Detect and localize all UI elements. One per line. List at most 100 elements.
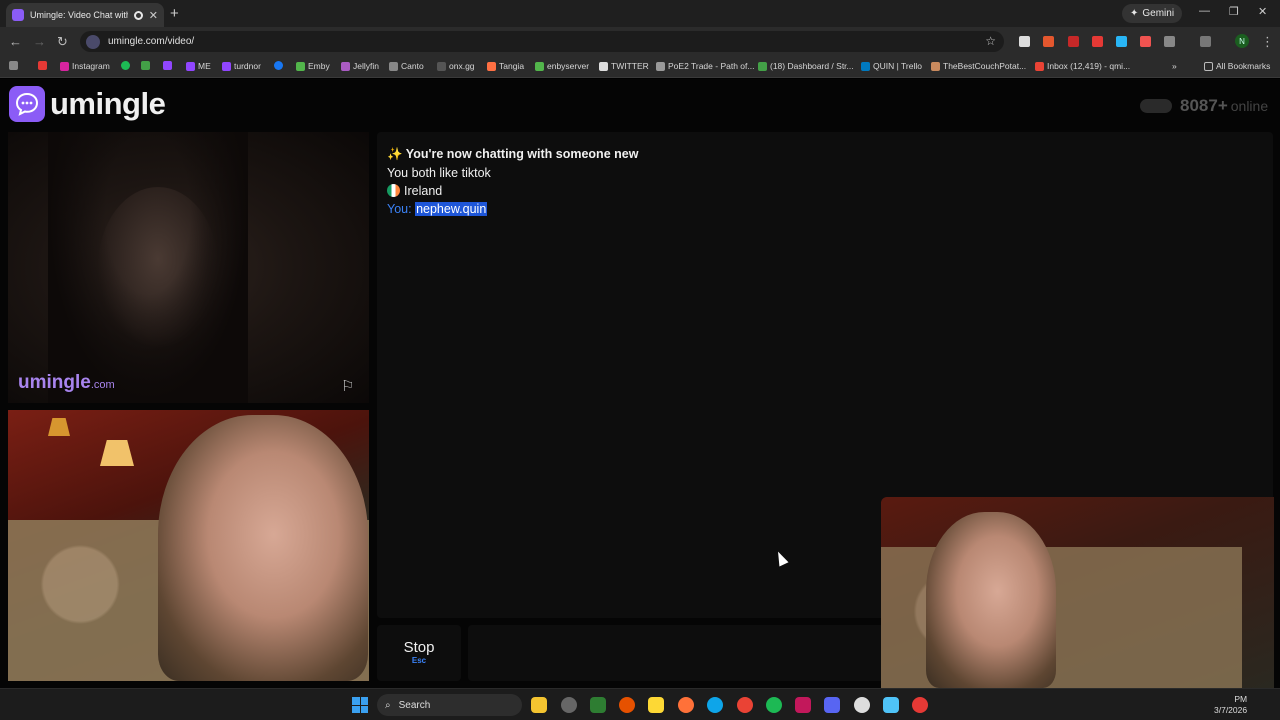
- shared-interest: You both like tiktok: [387, 166, 491, 180]
- spotify-icon[interactable]: [766, 697, 782, 713]
- stranger-video-feed: umingle.com ⚐: [8, 132, 369, 403]
- more-bookmarks-chevron-icon[interactable]: »: [1172, 61, 1177, 71]
- taskbar-clock[interactable]: PM 3/7/2026: [1214, 694, 1247, 716]
- bookmark-me[interactable]: ME: [186, 61, 211, 71]
- youtube-bookmark-icon[interactable]: [38, 61, 47, 70]
- clock-date: 3/7/2026: [1214, 705, 1248, 715]
- profile-avatar[interactable]: N: [1235, 34, 1249, 48]
- chrome-icon[interactable]: [737, 697, 753, 713]
- taskbar-search[interactable]: ⌕ Search: [377, 694, 522, 716]
- extensions-puzzle-icon[interactable]: [1164, 36, 1175, 47]
- bookmark-instagram[interactable]: Instagram: [60, 61, 110, 71]
- extension-tools-icon[interactable]: [1116, 36, 1127, 47]
- self-preview-video: [881, 497, 1274, 688]
- you-label: You:: [387, 202, 412, 216]
- browser-toolbar: ← → ↻ umingle.com/video/ ☆ N ⋮: [0, 27, 1280, 56]
- bookmark-dashboard[interactable]: (18) Dashboard / Str...: [758, 61, 854, 71]
- play-app-icon[interactable]: [590, 697, 606, 713]
- forward-button[interactable]: →: [33, 34, 46, 49]
- bookmark-onx[interactable]: onx.gg: [437, 61, 475, 71]
- browser-tab[interactable]: Umingle: Video Chat with S ✕: [6, 3, 164, 27]
- gemini-button[interactable]: ✦ Gemini: [1122, 4, 1183, 23]
- url-text: umingle.com/video/: [108, 36, 195, 47]
- umingle-page: umingle 8087+ online umingle.com ⚐ ✨ You…: [0, 79, 1280, 688]
- extension-fox-icon[interactable]: [1043, 36, 1054, 47]
- side-panel-icon[interactable]: [1200, 36, 1211, 47]
- extension-red-icon[interactable]: [1140, 36, 1151, 47]
- chat-headline: ✨ You're now chatting with someone new: [387, 147, 639, 161]
- bookmarks-bar: Instagram ME turdnor Emby Jellyfin Canto…: [0, 56, 1280, 78]
- facebook-bookmark-icon[interactable]: [274, 61, 283, 70]
- red-circle-app-icon[interactable]: [912, 697, 928, 713]
- discord-icon[interactable]: [824, 697, 840, 713]
- windows-taskbar: ⌕ Search PM 3/7/2026: [0, 688, 1280, 720]
- preview-person: [926, 512, 1056, 688]
- ireland-flag-icon: [387, 184, 400, 197]
- chat-bubble-logo-icon: [9, 86, 45, 122]
- steam-icon[interactable]: [854, 697, 870, 713]
- bookmark-canto[interactable]: Canto: [389, 61, 424, 71]
- clock-app-icon[interactable]: [561, 697, 577, 713]
- online-count: 8087+: [1180, 96, 1228, 115]
- bookmark-trello[interactable]: QUIN | Trello: [861, 61, 922, 71]
- twitch-bookmark-icon[interactable]: [163, 61, 172, 70]
- online-label: online: [1230, 98, 1269, 114]
- sticky-notes-icon[interactable]: [648, 697, 664, 713]
- stop-button[interactable]: Stop Esc: [377, 625, 461, 681]
- address-bar[interactable]: umingle.com/video/ ☆: [80, 31, 1004, 52]
- message-input[interactable]: [468, 625, 884, 681]
- bookmark-inbox[interactable]: Inbox (12,419) - qmi...: [1035, 61, 1130, 71]
- apps-grid-icon[interactable]: [9, 61, 18, 70]
- search-icon: ⌕: [385, 699, 391, 711]
- restore-window-icon[interactable]: ❐: [1229, 5, 1239, 18]
- extension-record-icon[interactable]: [1068, 36, 1079, 47]
- browser-menu-icon[interactable]: ⋮: [1261, 34, 1274, 50]
- red-app-icon[interactable]: [795, 697, 811, 713]
- online-counter: 8087+ online: [1140, 96, 1268, 116]
- umingle-favicon-icon: [12, 9, 24, 21]
- bookmark-enbyserver[interactable]: enbyserver: [535, 61, 589, 71]
- bookmark-couchpotato[interactable]: TheBestCouchPotat...: [931, 61, 1026, 71]
- gemini-label: Gemini: [1142, 8, 1175, 19]
- edge-icon[interactable]: [707, 697, 723, 713]
- stop-label: Stop: [403, 639, 435, 656]
- tab-title: Umingle: Video Chat with S: [30, 10, 128, 20]
- bookmark-star-icon[interactable]: ☆: [985, 34, 996, 48]
- bookmark-green-icon[interactable]: [141, 61, 150, 70]
- all-bookmarks-folder[interactable]: All Bookmarks: [1204, 61, 1270, 71]
- close-tab-icon[interactable]: ✕: [149, 9, 158, 22]
- browser-tab-strip: Umingle: Video Chat with S ✕ + ✦ Gemini …: [0, 0, 1280, 27]
- back-button[interactable]: ←: [9, 34, 22, 49]
- search-label: Search: [398, 699, 431, 711]
- orange-app-icon[interactable]: [619, 697, 635, 713]
- report-flag-icon[interactable]: ⚐: [341, 377, 354, 395]
- bookmark-turdnor[interactable]: turdnor: [222, 61, 261, 71]
- bookmark-poe2-trade[interactable]: PoE2 Trade - Path of...: [656, 61, 754, 71]
- extension-k-icon[interactable]: [1019, 36, 1030, 47]
- background-lamp: [48, 418, 70, 436]
- bookmark-tangia[interactable]: Tangia: [487, 61, 524, 71]
- online-toggle[interactable]: [1140, 99, 1172, 113]
- bookmark-jellyfin[interactable]: Jellyfin: [341, 61, 379, 71]
- firefox-icon[interactable]: [678, 697, 694, 713]
- file-explorer-icon[interactable]: [531, 697, 547, 713]
- windows-start-icon[interactable]: [352, 697, 368, 713]
- self-person: [158, 415, 368, 681]
- reload-button[interactable]: ↻: [57, 34, 68, 50]
- extension-youtube-icon[interactable]: [1092, 36, 1103, 47]
- bookmark-emby[interactable]: Emby: [296, 61, 330, 71]
- stranger-hair: [48, 132, 248, 403]
- minimize-window-icon[interactable]: —: [1199, 5, 1210, 17]
- spotify-bookmark-icon[interactable]: [121, 61, 130, 70]
- close-window-icon[interactable]: ✕: [1258, 5, 1267, 18]
- stranger-country: Ireland: [387, 184, 442, 198]
- umingle-watermark: umingle.com: [18, 372, 115, 393]
- logo-text: umingle: [50, 86, 166, 121]
- bookmark-twitter[interactable]: TWITTER: [599, 61, 649, 71]
- notepad-icon[interactable]: [883, 697, 899, 713]
- site-logo[interactable]: umingle: [9, 86, 166, 122]
- new-tab-button[interactable]: +: [170, 5, 179, 22]
- site-info-icon[interactable]: [86, 34, 100, 49]
- gemini-sparkle-icon: ✦: [1130, 8, 1139, 19]
- clock-time: PM: [1234, 694, 1248, 704]
